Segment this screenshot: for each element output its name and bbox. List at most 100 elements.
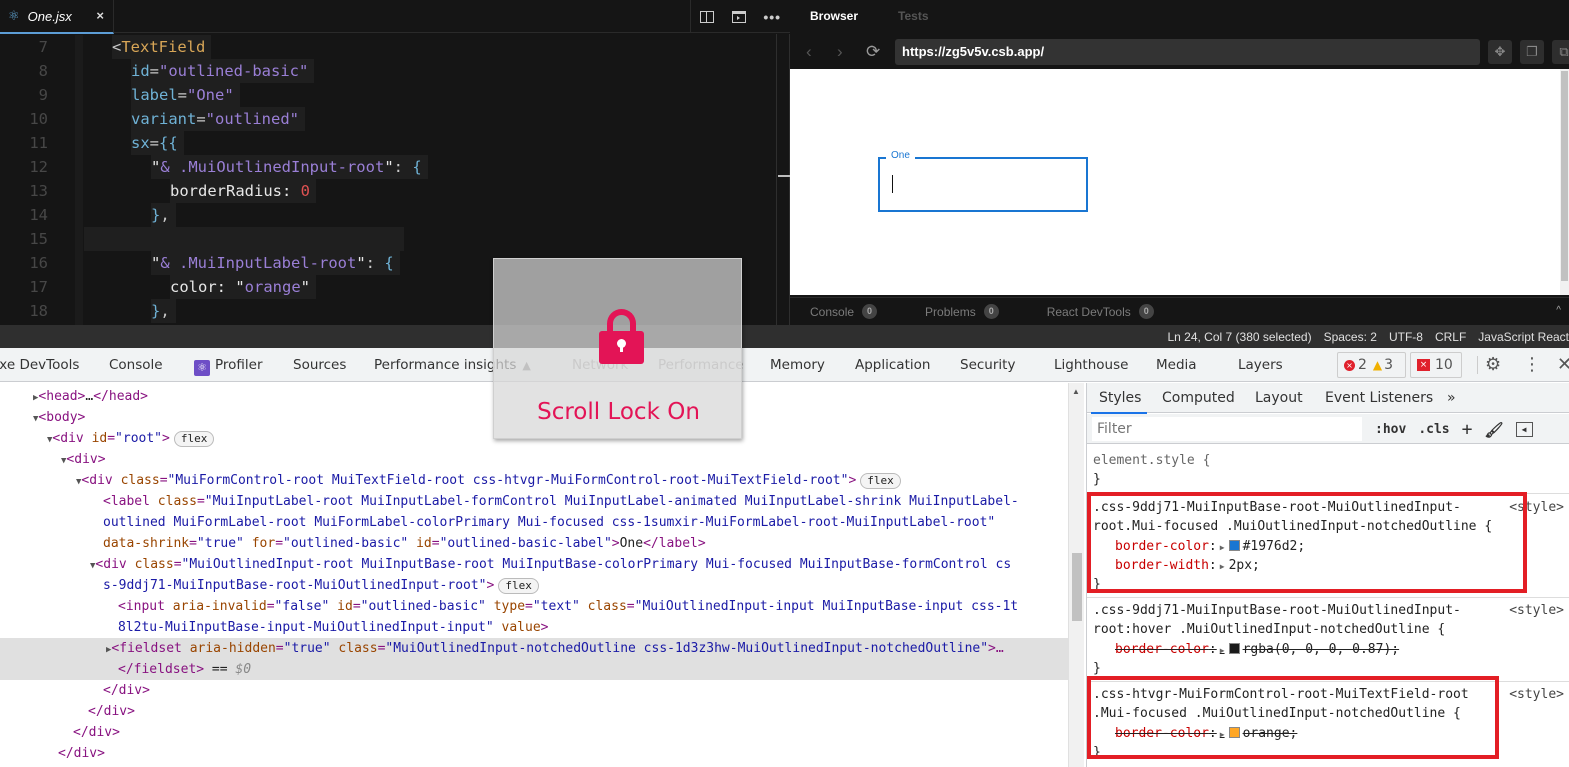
toggle-sidebar-icon[interactable]: ◀ (1515, 422, 1533, 437)
text-cursor (892, 175, 893, 193)
scrollbar-thumb[interactable] (1072, 553, 1082, 621)
tab-browser[interactable]: Browser (790, 0, 878, 33)
expand-arrow-icon[interactable]: ▶ (1220, 646, 1225, 655)
hover-state-button[interactable]: :hov (1375, 422, 1406, 437)
dom-node-label[interactable]: <label class="MuiInputLabel-root MuiInpu… (103, 491, 1068, 512)
rule-selector[interactable]: root:hover .MuiOutlinedInput-notchedOutl… (1093, 620, 1445, 639)
tab-memory[interactable]: Memory (770, 357, 825, 373)
tab-computed[interactable]: Computed (1162, 390, 1235, 406)
text-field-outline[interactable] (878, 157, 1088, 212)
dom-node-input-root-cont[interactable]: s-9ddj71-MuiInputBase-root-MuiOutlinedIn… (103, 575, 1068, 596)
dom-node-close[interactable]: </div> (103, 680, 1068, 701)
rule-selector[interactable]: .css-9ddj71-MuiInputBase-root-MuiOutline… (1093, 601, 1461, 620)
dom-node-close[interactable]: </div> (88, 701, 1068, 722)
split-editor-icon[interactable] (699, 10, 714, 23)
dom-node-div[interactable]: ▼<div> (61, 449, 1068, 470)
rule-source-link[interactable]: <style> (1509, 601, 1564, 620)
tab-styles[interactable]: Styles (1090, 390, 1149, 414)
tab-layout[interactable]: Layout (1255, 390, 1303, 406)
flex-badge[interactable]: flex (498, 578, 539, 594)
dom-node-fieldset-selected[interactable]: ▶<fieldset aria-hidden="true" class="Mui… (0, 638, 1068, 659)
back-icon[interactable]: ‹ (806, 42, 812, 62)
divider (1087, 597, 1569, 598)
editor-toolbar: ••• (690, 0, 790, 33)
indentation[interactable]: Spaces: 2 (1324, 330, 1377, 344)
dom-node-fieldset-close[interactable]: </fieldset> == $0 (0, 659, 1068, 680)
settings-gear-icon[interactable]: ⚙ (1485, 354, 1501, 375)
issues-counter[interactable]: × 2 ▲ 3 (1337, 352, 1406, 378)
open-preview-icon[interactable] (731, 10, 746, 23)
dom-node-formcontrol[interactable]: ▼<div class="MuiFormControl-root MuiText… (76, 470, 1068, 491)
more-actions-icon[interactable]: ••• (763, 9, 781, 25)
chevron-up-icon[interactable]: ^ (1556, 305, 1561, 316)
tab-problems[interactable]: Problems 0 (925, 304, 999, 319)
class-toggle-button[interactable]: .cls (1418, 422, 1449, 437)
devtools-toggle-icon[interactable]: ✥ (1488, 40, 1512, 64)
tab-profiler[interactable]: ⚛ Profiler (194, 357, 263, 376)
tab-console[interactable]: Console (109, 357, 163, 373)
tab-one-jsx[interactable]: ⚛ One.jsx × (0, 0, 114, 34)
browser-tab-bar: Browser Tests (790, 0, 949, 33)
dom-node-input-root[interactable]: ▼<div class="MuiOutlinedInput-root MuiIn… (90, 554, 1068, 575)
url-input[interactable]: https://zg5v5v.csb.app/ (895, 39, 1480, 65)
preview-scrollbar[interactable] (1560, 69, 1569, 295)
tab-tests[interactable]: Tests (878, 0, 948, 33)
scrollbar-thumb[interactable] (778, 175, 790, 177)
language-mode[interactable]: JavaScript React (1478, 330, 1569, 344)
editor-scrollbar[interactable] (776, 34, 790, 325)
messages-counter[interactable]: × 10 (1410, 352, 1462, 378)
new-rule-icon[interactable]: + (1462, 419, 1473, 440)
elements-scrollbar[interactable]: ▲ (1068, 383, 1084, 767)
count-badge: 0 (862, 304, 878, 319)
scroll-lock-label: Scroll Lock On (537, 399, 700, 425)
tab-lighthouse[interactable]: Lighthouse (1054, 357, 1128, 373)
cursor-position[interactable]: Ln 24, Col 7 (380 selected) (1167, 330, 1311, 344)
line-number: 18 (29, 302, 48, 320)
color-swatch[interactable] (1228, 643, 1240, 654)
encoding[interactable]: UTF-8 (1389, 330, 1423, 344)
flex-badge[interactable]: flex (173, 431, 215, 447)
tab-axe-devtools[interactable]: axe DevTools (0, 357, 79, 373)
highlight-box (1087, 676, 1499, 759)
tab-react-devtools[interactable]: React DevTools 0 (1047, 304, 1154, 319)
styles-tab-bar: Styles Computed Layout Event Listeners » (1087, 383, 1569, 414)
scrollbar-thumb[interactable] (1561, 71, 1568, 281)
close-icon[interactable]: ✕ (1557, 354, 1569, 375)
open-new-window-icon[interactable]: ⧉ (1552, 40, 1569, 64)
rule-source-link[interactable]: <style> (1509, 685, 1564, 704)
dom-node-label-cont[interactable]: outlined MuiFormLabel-root MuiFormLabel-… (103, 512, 1068, 533)
dom-node-close[interactable]: </div> (73, 722, 1068, 743)
dom-node-label-cont[interactable]: data-shrink="true" for="outlined-basic" … (103, 533, 1068, 554)
line-number: 10 (29, 110, 48, 128)
tab-console[interactable]: Console 0 (810, 304, 878, 319)
paint-brush-icon[interactable]: 🖌 (1484, 421, 1503, 439)
element-style-selector[interactable]: element.style { (1093, 451, 1210, 470)
scroll-up-icon[interactable]: ▲ (1072, 387, 1080, 396)
line-endings[interactable]: CRLF (1435, 330, 1466, 344)
tab-event-listeners[interactable]: Event Listeners (1325, 390, 1433, 406)
dom-node-input[interactable]: <input aria-invalid="false" id="outlined… (118, 596, 1068, 617)
close-tab-icon[interactable]: × (96, 8, 104, 23)
forward-icon[interactable]: › (837, 42, 843, 62)
tab-layers[interactable]: Layers (1238, 357, 1283, 373)
more-tabs-icon[interactable]: » (1447, 390, 1456, 406)
style-property-overridden[interactable]: border-color: ▶ rgba(0, 0, 0, 0.87); (1115, 640, 1399, 659)
dom-node-close[interactable]: </div> (58, 743, 1068, 764)
flex-badge[interactable]: flex (860, 473, 901, 489)
tab-security[interactable]: Security (960, 357, 1015, 373)
reload-icon[interactable]: ⟳ (866, 42, 880, 62)
status-bar: Ln 24, Col 7 (380 selected) Spaces: 2 UT… (0, 325, 1569, 348)
divider (1477, 356, 1478, 374)
code-line: 11 sx={{ (0, 131, 776, 155)
more-options-icon[interactable]: ⋮ (1523, 354, 1541, 375)
line-number: 17 (29, 278, 48, 296)
line-number: 11 (29, 134, 48, 152)
tab-sources[interactable]: Sources (293, 357, 346, 373)
react-icon: ⚛ (194, 360, 210, 376)
tab-media[interactable]: Media (1156, 357, 1197, 373)
copy-icon[interactable]: ❐ (1520, 40, 1544, 64)
dom-node-input-cont[interactable]: 8l2tu-MuiInputBase-input-MuiOutlinedInpu… (118, 617, 1068, 638)
filter-input[interactable] (1092, 417, 1362, 441)
code-line: 7 <TextField (0, 35, 776, 59)
tab-application[interactable]: Application (855, 357, 930, 373)
